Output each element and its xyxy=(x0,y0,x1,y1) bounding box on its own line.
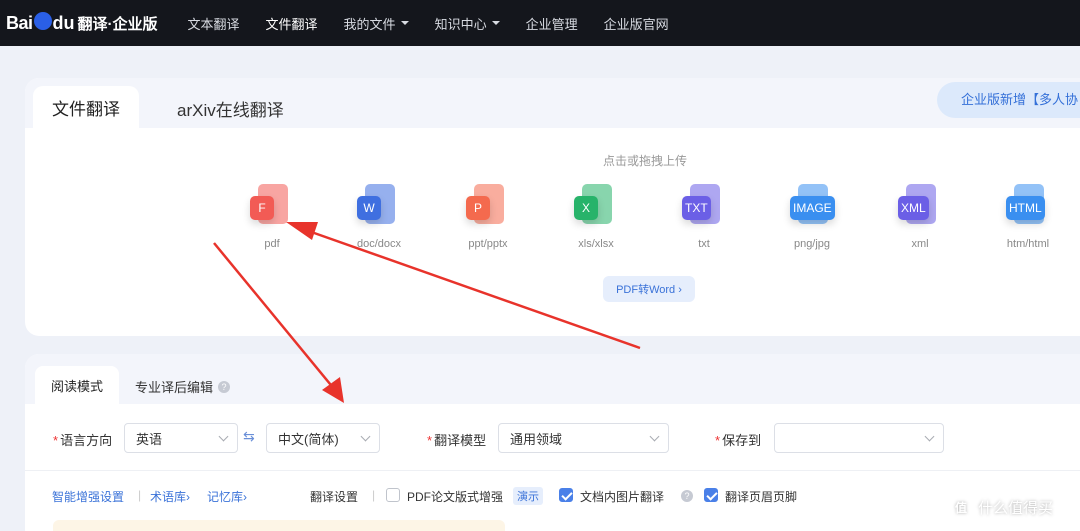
excel-file-icon: X xyxy=(572,184,620,228)
nav-my-files[interactable]: 我的文件 xyxy=(344,14,409,33)
chevron-down-icon xyxy=(218,431,229,442)
tab-arxiv-translate[interactable]: arXiv在线翻译 xyxy=(177,96,284,121)
brand-suffix: du xyxy=(52,12,75,33)
help-icon[interactable]: ? xyxy=(681,490,693,502)
pdf-layout-label: PDF论文版式增强 xyxy=(407,490,504,504)
divider xyxy=(25,470,1080,471)
file-type-label: ppt/pptx xyxy=(468,238,508,250)
file-type-label: htm/html xyxy=(1006,238,1050,250)
chevron-down-icon xyxy=(924,431,935,442)
word-file-icon: W xyxy=(355,184,403,228)
pdf-to-word-button[interactable]: PDF转Word › xyxy=(603,276,695,302)
nav-text-translate[interactable]: 文本翻译 xyxy=(188,14,240,33)
image-translate-checkbox[interactable] xyxy=(559,488,573,502)
file-type-xls[interactable]: X xls/xlsx xyxy=(551,184,641,250)
tab-reading-mode[interactable]: 阅读模式 xyxy=(35,366,119,404)
file-type-image[interactable]: IMAGE png/jpg xyxy=(767,184,857,250)
top-nav-bar: Bai du 翻译·企业版 文本翻译 文件翻译 我的文件 知识中心 企业管理 企… xyxy=(0,0,1080,46)
memory-link[interactable]: 记忆库› xyxy=(207,488,247,505)
save-to-label: * 保存到 xyxy=(715,433,762,448)
language-direction-label: * 语言方向 xyxy=(53,433,113,448)
image-file-icon: IMAGE xyxy=(788,184,836,228)
target-language-select[interactable]: 中文(简体) xyxy=(266,423,380,453)
smart-enhance-settings-link[interactable]: 智能增强设置 xyxy=(52,488,124,505)
nav-file-translate[interactable]: 文件翻译 xyxy=(266,14,318,33)
brand-sub: 翻译·企业版 xyxy=(77,15,158,33)
help-icon[interactable]: ? xyxy=(218,380,231,393)
file-type-txt[interactable]: TXT txt xyxy=(659,184,749,250)
translation-model-label: * 翻译模型 xyxy=(427,433,487,448)
upload-hint: 点击或拖拽上传 xyxy=(603,154,688,168)
html-file-icon: HTML xyxy=(1004,184,1052,228)
file-type-xml[interactable]: XML xml xyxy=(875,184,965,250)
watermark: 值 什么值得买 xyxy=(950,496,1053,518)
chevron-down-icon xyxy=(491,21,500,25)
file-type-ppt[interactable]: P ppt/pptx xyxy=(443,184,533,250)
main-nav: 文本翻译 文件翻译 我的文件 知识中心 企业管理 企业版官网 xyxy=(188,14,695,33)
file-type-html[interactable]: HTML htm/html xyxy=(983,184,1073,250)
file-type-label: png/jpg xyxy=(793,238,831,250)
brand-logo[interactable]: Bai du 翻译·企业版 xyxy=(6,12,158,34)
watermark-text: 什么值得买 xyxy=(978,499,1054,517)
settings-card: 阅读模式 专业译后编辑 ? * 语言方向 英语 ⇆ 中文(简体) * 翻译模型 通用… xyxy=(25,354,1080,531)
upload-card: 文件翻译 arXiv在线翻译 企业版新增【多人协 点击或拖拽上传 F pdf W… xyxy=(25,78,1080,336)
tab-file-translate[interactable]: 文件翻译 xyxy=(33,86,139,128)
nav-enterprise-site[interactable]: 企业版官网 xyxy=(604,14,669,33)
chevron-down-icon xyxy=(360,431,371,442)
demo-badge[interactable]: 演示 xyxy=(513,487,543,505)
file-type-label: doc/docx xyxy=(356,238,402,250)
baidu-paw-icon xyxy=(33,12,52,30)
upload-tab-bar: 文件翻译 arXiv在线翻译 企业版新增【多人协 xyxy=(25,78,1080,128)
swap-language-icon[interactable]: ⇆ xyxy=(243,428,255,445)
file-type-label: pdf xyxy=(264,238,280,250)
source-language-select[interactable]: 英语 xyxy=(124,423,238,453)
header-footer-label: 翻译页眉页脚 xyxy=(725,490,798,504)
pdf-file-icon: F xyxy=(248,184,296,228)
chevron-down-icon xyxy=(400,21,409,25)
file-type-doc[interactable]: W doc/docx xyxy=(334,184,424,250)
chevron-down-icon xyxy=(649,431,660,442)
settings-tab-bar: 阅读模式 专业译后编辑 ? xyxy=(25,354,1080,404)
file-type-label: xls/xlsx xyxy=(578,238,614,250)
nav-knowledge-center[interactable]: 知识中心 xyxy=(435,14,500,33)
promo-banner[interactable]: 企业版新增【多人协 xyxy=(937,82,1080,118)
xml-file-icon: XML xyxy=(896,184,944,228)
brand-prefix: Bai xyxy=(6,12,33,33)
translation-model-select[interactable]: 通用领域 xyxy=(498,423,669,453)
save-to-select[interactable] xyxy=(774,423,944,453)
txt-file-icon: TXT xyxy=(680,184,728,228)
file-type-label: txt xyxy=(698,238,710,250)
nav-enterprise-admin[interactable]: 企业管理 xyxy=(526,14,578,33)
ppt-file-icon: P xyxy=(464,184,512,228)
file-type-label: xml xyxy=(911,238,929,250)
pdf-layout-checkbox[interactable] xyxy=(386,488,400,502)
terminology-link[interactable]: 术语库› xyxy=(150,488,190,505)
header-footer-checkbox[interactable] xyxy=(704,488,718,502)
tab-post-edit[interactable]: 专业译后编辑 ? xyxy=(135,377,231,396)
watermark-logo: 值 xyxy=(950,496,972,518)
notice-strip xyxy=(53,520,505,531)
image-translate-label: 文档内图片翻译 xyxy=(580,490,665,504)
file-type-pdf[interactable]: F pdf xyxy=(227,184,317,250)
translation-settings-label: 翻译设置 xyxy=(310,490,359,504)
